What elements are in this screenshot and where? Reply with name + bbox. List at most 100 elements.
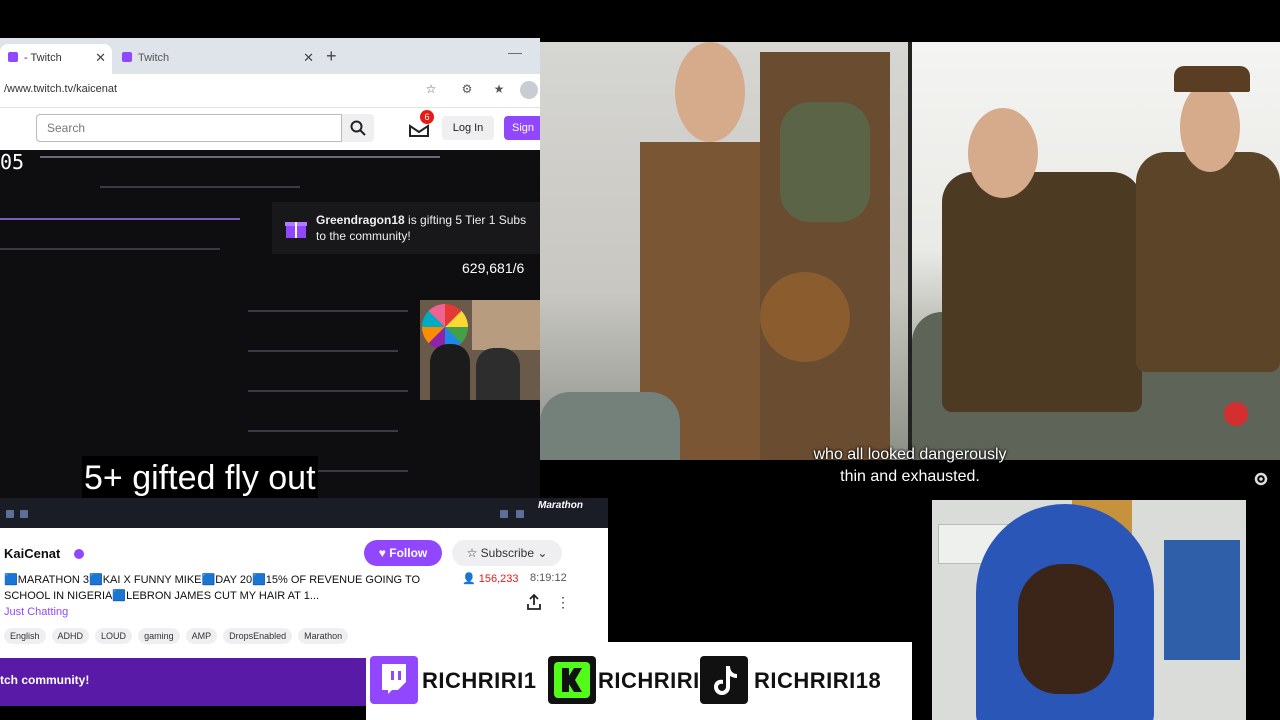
favorites-icon[interactable]: ★ [492,82,506,96]
tab-label: - Twitch [24,52,62,64]
video-settings-icon[interactable] [1252,470,1270,488]
twitch-logo-icon [370,656,418,704]
ui-detail [100,186,300,188]
taskbar-icon [20,510,28,518]
soldier-figure [1136,152,1280,372]
follow-button[interactable]: ♥ Follow [364,540,442,566]
search-input[interactable]: Search [36,114,342,142]
subscribe-label: Subscribe [480,546,535,560]
backpack [780,102,870,222]
video-frame-right [912,42,1280,460]
twitch-handle: RICHRIRI1 [422,668,537,693]
gift-sub-notification: Greendragon18 is gifting 5 Tier 1 Subs t… [272,202,540,254]
verified-badge-icon [74,549,84,559]
person-figure [430,344,470,400]
marathon-logo: Marathon [538,500,583,511]
soldier-head [1180,82,1240,172]
close-tab-icon[interactable]: ✕ [303,44,314,72]
social-handles-bar: RICHRIRI1 RICHRIRI RICHRIRI18 [366,642,912,720]
subscribe-button[interactable]: ☆ Subscribe ⌄ [452,540,562,566]
ui-detail [248,350,398,352]
minimize-icon[interactable]: — [508,44,522,60]
ui-detail [0,248,220,250]
viewer-count-value: 156,233 [478,573,519,585]
red-flower [1224,402,1248,426]
ui-detail [248,390,408,392]
log-in-button[interactable]: Log In [442,116,494,140]
held-cap [760,272,850,362]
search-icon [350,120,366,136]
stream-category-link[interactable]: Just Chatting [4,606,68,618]
community-gift-banner: tch community! [0,658,366,706]
close-tab-icon[interactable]: ✕ [95,44,106,72]
notification-badge: 6 [420,110,434,124]
caption-overlay: 5+ gifted fly out [82,456,318,500]
channel-info-panel: KaiCenat ♥ Follow ☆ Subscribe ⌄ 🟦MARATHO… [0,528,608,660]
taskbar-icon [516,510,524,518]
tab-label: Twitch [138,52,170,64]
address-bar: /www.twitch.tv/kaicenat ☆ ⚙ ★ [0,74,540,108]
tag[interactable]: DropsEnabled [223,628,293,644]
community-banner-text: tch community! [0,673,90,687]
twitch-top-nav: Search 6 Log In Sign [0,108,540,150]
ui-detail [248,430,398,432]
screen: - Twitch ✕ Twitch ✕ + — /www.twitch.tv/k… [0,0,1280,720]
soldier-head [968,108,1038,198]
new-tab-icon[interactable]: + [326,46,337,67]
channel-name[interactable]: KaiCenat [4,546,60,561]
twitch-favicon-icon [8,52,18,62]
tag[interactable]: LOUD [95,628,133,644]
thumbnail-background [472,300,540,350]
video-frame-left [540,42,908,460]
url-field[interactable]: /www.twitch.tv/kaicenat [4,83,117,95]
kick-handle: RICHRIRI [598,668,700,693]
documentary-video[interactable] [540,42,1280,460]
tag[interactable]: ADHD [51,628,90,644]
browser-window: - Twitch ✕ Twitch ✕ + — /www.twitch.tv/k… [0,38,540,528]
taskbar-icon [6,510,14,518]
ui-detail [0,218,240,220]
ui-detail [40,156,440,158]
extension-icon[interactable]: ⚙ [460,82,474,96]
browser-tab[interactable]: Twitch ✕ [114,44,320,74]
video-subtitle-line2: thin and exhausted. [840,468,980,485]
sub-goal-counter: 629,681/6 [462,260,525,276]
streamer-face [1018,564,1114,694]
kick-logo-icon [548,656,596,704]
ui-detail [248,310,408,312]
viewer-count: 👤 156,233 [462,573,519,585]
browser-tab-active[interactable]: - Twitch ✕ [0,44,112,74]
soldier-figure [942,172,1142,412]
person-figure [476,348,520,400]
share-icon[interactable] [526,594,542,610]
stream-camera-thumbnail [420,300,540,400]
tag[interactable]: English [4,628,46,644]
tag[interactable]: gaming [138,628,180,644]
tag[interactable]: Marathon [298,628,349,644]
search-button[interactable] [342,114,374,142]
gift-detail: is gifting 5 Tier 1 Subs [404,213,527,227]
streamer-webcam [932,500,1246,720]
stream-taskbar: Marathon [0,498,608,528]
profile-avatar-icon[interactable] [520,81,538,99]
gifter-name: Greendragon18 [316,213,405,227]
tag-list: English ADHD LOUD gaming AMP DropsEnabled Mara… [4,626,354,644]
soldier-cap [1174,66,1250,92]
tag[interactable]: AMP [185,628,218,644]
stream-title: 🟦MARATHON 3🟦KAI X FUNNY MIKE🟦DAY 20🟦15% … [4,574,421,602]
tiktok-handle: RICHRIRI18 [754,668,882,693]
video-subtitle-line1: who all looked dangerously [813,446,1007,463]
gift-detail-line2: to the community! [316,229,411,243]
more-options-icon[interactable]: ⋮ [556,594,570,610]
gift-icon [285,222,307,238]
tiktok-logo-icon [700,656,748,704]
stream-uptime: 8:19:12 [530,572,567,584]
bookmark-star-icon[interactable]: ☆ [424,82,438,96]
soldier-head [675,42,745,142]
wall-poster [1164,540,1240,660]
follow-label: Follow [389,546,428,560]
twitch-favicon-icon [122,52,132,62]
sign-up-button[interactable]: Sign [504,116,540,140]
tab-strip: - Twitch ✕ Twitch ✕ + — [0,38,540,74]
prize-wheel-icon [422,304,468,350]
